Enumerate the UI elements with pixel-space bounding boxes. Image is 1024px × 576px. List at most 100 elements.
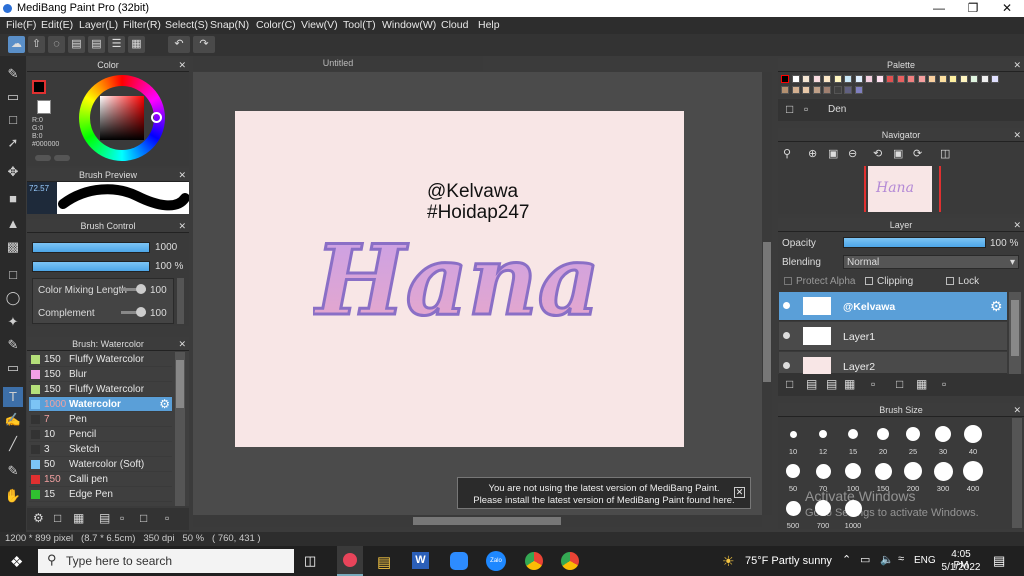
menu-select[interactable]: Select(S) bbox=[165, 19, 208, 31]
minimize-button[interactable]: — bbox=[922, 0, 956, 17]
menu-window[interactable]: Window(W) bbox=[382, 19, 436, 31]
menu-tool[interactable]: Tool(T) bbox=[343, 19, 376, 31]
palette-swatch[interactable] bbox=[980, 75, 989, 83]
palette-swatch[interactable] bbox=[833, 75, 842, 83]
new-layer-2-icon[interactable]: ▤ bbox=[806, 377, 817, 391]
search-box[interactable]: ⚲ Type here to search bbox=[38, 549, 294, 573]
palette-swatch[interactable] bbox=[781, 86, 789, 94]
foreground-color-swatch[interactable] bbox=[32, 80, 46, 94]
lock-checkbox[interactable] bbox=[946, 277, 954, 285]
brush-tool-icon[interactable]: ✎ bbox=[3, 64, 23, 84]
palette-swatch[interactable] bbox=[802, 75, 810, 83]
chat-icon[interactable]: ▤ bbox=[68, 36, 85, 53]
color-mode-toggle-2[interactable] bbox=[54, 155, 70, 161]
clock-date[interactable]: 5/1/2022 bbox=[941, 562, 981, 573]
brush-item[interactable]: 50 Watercolor (Soft) bbox=[29, 457, 172, 472]
page-icon[interactable]: ▤ bbox=[88, 36, 105, 53]
brush-size-preset[interactable] bbox=[789, 430, 797, 438]
text-tool-icon[interactable]: T bbox=[3, 387, 23, 407]
brush-size-preset[interactable] bbox=[848, 429, 858, 439]
rotate-right-icon[interactable]: ⟳ bbox=[913, 147, 922, 160]
brush-size-preset[interactable] bbox=[964, 425, 982, 443]
menu-filter[interactable]: Filter(R) bbox=[123, 19, 161, 31]
task-view-icon[interactable]: ◫ bbox=[304, 553, 316, 569]
move-tool-icon[interactable]: ✥ bbox=[3, 162, 23, 182]
new-palette-icon[interactable]: □ bbox=[786, 102, 793, 116]
merge-icon[interactable]: ▦ bbox=[916, 377, 927, 391]
trash-icon[interactable]: ▫ bbox=[165, 511, 169, 525]
panel-close-icon[interactable]: ✕ bbox=[1013, 218, 1021, 232]
brush-item[interactable]: 150 Fluffy Watercolor bbox=[29, 352, 172, 367]
palette-swatch[interactable] bbox=[812, 75, 821, 83]
new-layer-icon[interactable]: □ bbox=[786, 377, 793, 391]
brush-list-scrollbar[interactable] bbox=[175, 352, 185, 506]
update-notice[interactable]: You are not using the latest version of … bbox=[457, 477, 751, 509]
menu-layer[interactable]: Layer(L) bbox=[79, 19, 118, 31]
palette-swatch[interactable] bbox=[907, 75, 915, 83]
volume-icon[interactable]: 🔈 bbox=[880, 553, 894, 566]
flip-icon[interactable]: ◫ bbox=[940, 147, 950, 160]
brush-item[interactable]: 1000 Watercolor ⚙ bbox=[29, 397, 172, 412]
brush-item[interactable]: 150 Calli pen bbox=[29, 472, 172, 487]
blending-select[interactable]: Normal ▾ bbox=[843, 255, 1019, 269]
language-indicator[interactable]: ENG bbox=[914, 555, 936, 566]
protect-alpha-checkbox[interactable] bbox=[784, 277, 792, 285]
palette-swatch[interactable] bbox=[896, 75, 905, 83]
saturation-box[interactable] bbox=[100, 96, 144, 140]
undo-icon[interactable]: ↶ bbox=[168, 36, 190, 53]
battery-icon[interactable]: ▭ bbox=[860, 553, 870, 566]
panel-close-icon[interactable]: ✕ bbox=[178, 58, 186, 72]
palette-swatch[interactable] bbox=[854, 75, 863, 83]
palette-swatch[interactable] bbox=[917, 75, 926, 83]
copy-brush-icon[interactable]: ▤ bbox=[99, 511, 110, 525]
magic-wand-icon[interactable]: ✦ bbox=[3, 312, 23, 332]
trash-icon[interactable]: ▫ bbox=[942, 377, 946, 391]
brush-size-preset[interactable] bbox=[906, 427, 920, 441]
complement-handle[interactable] bbox=[136, 307, 146, 317]
navigator-thumbnail[interactable]: Hana bbox=[868, 166, 932, 212]
palette-swatch[interactable] bbox=[865, 75, 873, 83]
lasso-tool-icon[interactable]: ◯ bbox=[3, 288, 23, 308]
brush-item[interactable]: 7 Pen bbox=[29, 412, 172, 427]
menu-edit[interactable]: Edit(E) bbox=[41, 19, 73, 31]
brush-size-preset[interactable] bbox=[786, 464, 800, 478]
palette-swatch[interactable] bbox=[812, 86, 821, 94]
zoom-search-icon[interactable]: ⚲ bbox=[783, 147, 791, 160]
brush-size-preset[interactable] bbox=[874, 462, 892, 480]
palette-swatch[interactable] bbox=[844, 75, 852, 83]
hand-tool-icon[interactable]: ✋ bbox=[3, 486, 23, 506]
line-tool-icon[interactable]: ➚ bbox=[3, 133, 23, 153]
select-eraser-icon[interactable]: ▭ bbox=[3, 358, 23, 378]
copy-layer-icon[interactable]: ▤ bbox=[826, 377, 837, 391]
chrome-profile-icon[interactable] bbox=[561, 552, 579, 570]
add-brush-icon[interactable]: ▦ bbox=[73, 511, 84, 525]
brush-size-preset[interactable] bbox=[819, 430, 827, 438]
comment-icon[interactable]: ◌ bbox=[48, 36, 65, 53]
menu-file[interactable]: File(F) bbox=[6, 19, 36, 31]
panel-close-icon[interactable]: ✕ bbox=[1013, 128, 1021, 142]
brush-item[interactable]: 150 Fluffy Watercolor bbox=[29, 382, 172, 397]
menu-view[interactable]: View(V) bbox=[301, 19, 338, 31]
palette-swatch[interactable] bbox=[949, 75, 957, 83]
panel-close-icon[interactable]: ✕ bbox=[178, 219, 186, 233]
layer-row-layer2[interactable]: Layer2 bbox=[779, 352, 1007, 374]
word-icon[interactable]: W bbox=[412, 552, 429, 569]
settings-icon[interactable]: ⚙ bbox=[33, 511, 44, 525]
brush-size-preset[interactable] bbox=[785, 500, 801, 516]
new-brush-icon[interactable]: □ bbox=[54, 511, 61, 525]
operation-tool-icon[interactable]: ✍ bbox=[3, 410, 23, 430]
list-icon[interactable]: ☰ bbox=[108, 36, 125, 53]
windows-start-icon[interactable]: ❖ bbox=[10, 553, 23, 571]
palette-swatch[interactable] bbox=[791, 86, 800, 94]
brush-size-slider[interactable] bbox=[32, 242, 150, 253]
chevron-up-icon[interactable]: ⌃ bbox=[842, 553, 851, 566]
share-icon[interactable]: ⇧ bbox=[28, 36, 45, 53]
brush-size-preset[interactable] bbox=[935, 426, 951, 442]
wifi-icon[interactable]: ≈ bbox=[898, 553, 904, 565]
brush-item[interactable]: 150 Blur bbox=[29, 367, 172, 382]
layer-row-layer1[interactable]: Layer1 bbox=[779, 322, 1007, 351]
clipping-checkbox[interactable] bbox=[865, 277, 873, 285]
hue-handle[interactable] bbox=[151, 112, 162, 123]
eraser-tool-icon[interactable]: ▭ bbox=[3, 87, 23, 107]
color-mode-toggle[interactable] bbox=[35, 155, 51, 161]
